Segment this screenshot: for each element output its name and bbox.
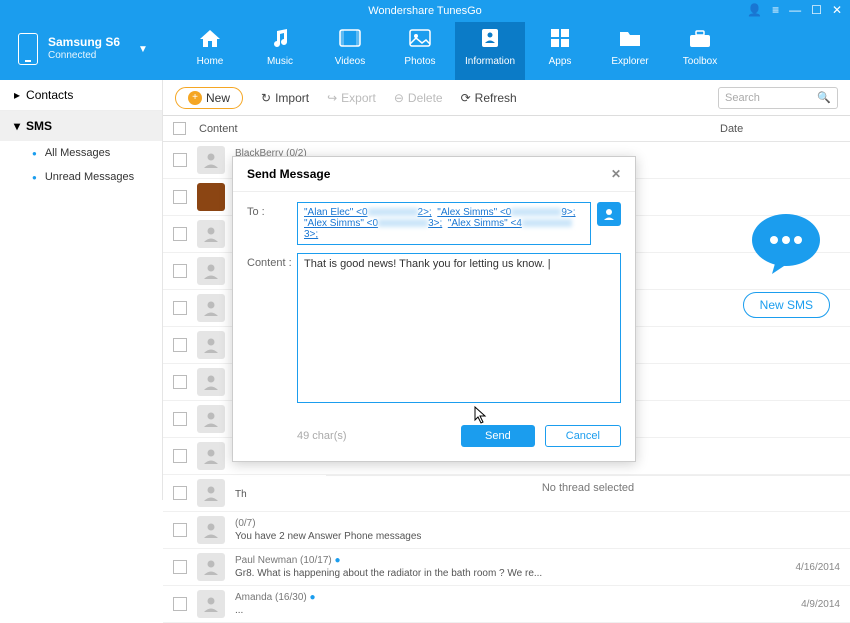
- char-count: 49 char(s): [297, 430, 347, 442]
- maximize-icon[interactable]: ☐: [811, 3, 822, 17]
- preview: You have 2 new Answer Phone messages: [235, 531, 760, 542]
- row-checkbox[interactable]: [173, 560, 187, 574]
- row-date: 4/16/2014: [760, 562, 840, 573]
- cancel-button[interactable]: Cancel: [545, 425, 621, 447]
- nav-home[interactable]: Home: [175, 18, 245, 80]
- toolbar: +New ↻Import ↪Export ⊖Delete ⟳Refresh Se…: [163, 80, 850, 116]
- row-checkbox[interactable]: [173, 301, 187, 315]
- import-button[interactable]: ↻Import: [261, 91, 309, 105]
- row-checkbox[interactable]: [173, 597, 187, 611]
- avatar: [197, 405, 225, 433]
- import-icon: ↻: [261, 91, 271, 105]
- avatar: [197, 368, 225, 396]
- add-contact-button[interactable]: [597, 202, 621, 226]
- close-icon[interactable]: ✕: [832, 3, 842, 17]
- chevron-right-icon: ▸: [14, 88, 20, 102]
- avatar: [197, 257, 225, 285]
- user-icon[interactable]: 👤: [747, 3, 762, 17]
- sidebar-sub-unread[interactable]: Unread Messages: [0, 165, 162, 189]
- send-button[interactable]: Send: [461, 425, 535, 447]
- sms-bubble-icon: [746, 210, 826, 280]
- row-checkbox[interactable]: [173, 486, 187, 500]
- avatar: [197, 146, 225, 174]
- sidebar: ▸Contacts ▾SMS All Messages Unread Messa…: [0, 80, 163, 500]
- table-row[interactable]: (0/7) You have 2 new Answer Phone messag…: [163, 512, 850, 549]
- cursor-icon: [474, 406, 488, 424]
- delete-button[interactable]: ⊖Delete: [394, 91, 443, 105]
- send-message-dialog: Send Message ✕ To : "Alan Elec" <02>; "A…: [232, 156, 636, 462]
- refresh-button[interactable]: ⟳Refresh: [461, 91, 517, 105]
- row-checkbox[interactable]: [173, 153, 187, 167]
- avatar: [197, 331, 225, 359]
- to-field[interactable]: "Alan Elec" <02>; "Alex Simms" <09>; "Al…: [297, 202, 591, 245]
- row-checkbox[interactable]: [173, 375, 187, 389]
- row-checkbox[interactable]: [173, 523, 187, 537]
- delete-icon: ⊖: [394, 91, 404, 105]
- chevron-down-icon: ▼: [138, 44, 148, 55]
- avatar: [197, 553, 225, 581]
- sidebar-item-sms[interactable]: ▾SMS: [0, 111, 162, 141]
- avatar: [197, 590, 225, 618]
- sender: Paul Newman (10/17) ●: [235, 555, 760, 566]
- device-status: Connected: [48, 49, 120, 63]
- nav-photos[interactable]: Photos: [385, 18, 455, 80]
- nav-explorer[interactable]: Explorer: [595, 18, 665, 80]
- device-name: Samsung S6: [48, 35, 120, 49]
- app-title: Wondershare TunesGo: [368, 5, 482, 17]
- sidebar-sub-all[interactable]: All Messages: [0, 141, 162, 165]
- avatar: [197, 220, 225, 248]
- status-bar: No thread selected: [326, 475, 850, 494]
- chevron-down-icon: ▾: [14, 119, 20, 133]
- table-header: Content Date: [163, 116, 850, 142]
- preview: Gr8. What is happening about the radiato…: [235, 568, 760, 579]
- preview: ...: [235, 605, 760, 616]
- table-row[interactable]: Amanda (16/30) ● ... 4/9/2014: [163, 586, 850, 623]
- refresh-icon: ⟳: [461, 91, 471, 105]
- row-checkbox[interactable]: [173, 227, 187, 241]
- export-icon: ↪: [327, 91, 337, 105]
- search-input[interactable]: Search🔍: [718, 87, 838, 109]
- table-row[interactable]: Paul Newman (10/17) ● Gr8. What is happe…: [163, 549, 850, 586]
- row-checkbox[interactable]: [173, 264, 187, 278]
- dialog-title: Send Message: [247, 167, 330, 181]
- select-all-checkbox[interactable]: [173, 122, 186, 135]
- sender: Amanda (16/30) ●: [235, 592, 760, 603]
- avatar: [197, 442, 225, 470]
- avatar: [197, 294, 225, 322]
- new-sms-button[interactable]: New SMS: [743, 292, 830, 318]
- export-button[interactable]: ↪Export: [327, 91, 376, 105]
- phone-icon: [18, 33, 38, 65]
- col-content[interactable]: Content: [199, 123, 720, 135]
- menu-icon[interactable]: ≡: [772, 3, 779, 17]
- row-checkbox[interactable]: [173, 412, 187, 426]
- nav-information[interactable]: Information: [455, 18, 525, 80]
- content-field[interactable]: That is good news! Thank you for letting…: [297, 253, 621, 403]
- avatar: [197, 516, 225, 544]
- plus-icon: +: [188, 91, 202, 105]
- to-label: To :: [247, 202, 297, 245]
- nav-toolbox[interactable]: Toolbox: [665, 18, 735, 80]
- nav-apps[interactable]: Apps: [525, 18, 595, 80]
- col-date[interactable]: Date: [720, 123, 850, 135]
- minimize-icon[interactable]: —: [789, 3, 801, 17]
- new-button[interactable]: +New: [175, 87, 243, 109]
- dialog-close-icon[interactable]: ✕: [611, 167, 621, 181]
- content-label: Content :: [247, 253, 297, 403]
- sidebar-item-contacts[interactable]: ▸Contacts: [0, 80, 162, 111]
- titlebar: Wondershare TunesGo 👤 ≡ — ☐ ✕: [0, 0, 850, 22]
- sender: (0/7): [235, 518, 760, 529]
- search-icon: 🔍: [817, 91, 831, 104]
- nav-music[interactable]: Music: [245, 18, 315, 80]
- row-checkbox[interactable]: [173, 190, 187, 204]
- row-date: 4/9/2014: [760, 599, 840, 610]
- avatar: [197, 183, 225, 211]
- right-panel: New SMS: [743, 210, 830, 318]
- row-checkbox[interactable]: [173, 338, 187, 352]
- row-checkbox[interactable]: [173, 449, 187, 463]
- avatar: [197, 479, 225, 507]
- nav-videos[interactable]: Videos: [315, 18, 385, 80]
